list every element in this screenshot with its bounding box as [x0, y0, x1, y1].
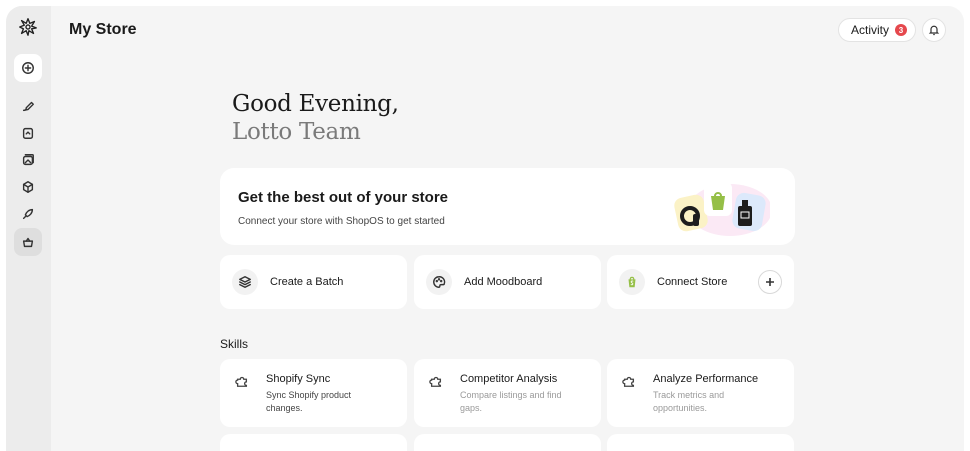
connect-store-button[interactable]: Connect Store	[607, 255, 794, 309]
skill-card-partial[interactable]	[220, 434, 407, 451]
add-store-button[interactable]	[758, 270, 782, 294]
activity-button[interactable]: Activity 3	[838, 18, 917, 42]
plus-circle-icon	[22, 62, 34, 74]
layers-icon	[232, 269, 258, 295]
gallery-icon	[22, 154, 34, 166]
hero-subtitle: Connect your store with ShopOS to get st…	[238, 216, 445, 227]
shopify-icon	[619, 269, 645, 295]
notifications-button[interactable]	[922, 18, 946, 42]
puzzle-icon	[426, 371, 446, 391]
activity-label: Activity	[851, 23, 890, 37]
sidebar-item-rocket[interactable]	[14, 200, 42, 228]
hero-card[interactable]: Get the best out of your store Connect y…	[220, 168, 795, 245]
sidebar-item-box[interactable]	[14, 173, 42, 201]
skill-description: Sync Shopify product changes.	[266, 390, 352, 413]
skill-card-shopify-sync[interactable]: Shopify Sync Sync Shopify product change…	[220, 359, 407, 427]
sidebar-item-brush[interactable]	[14, 92, 42, 120]
skill-title: Competitor Analysis	[460, 373, 558, 385]
brush-icon	[22, 101, 34, 112]
sidebar-item-gallery[interactable]	[14, 146, 42, 174]
create-batch-button[interactable]: Create a Batch	[220, 255, 407, 309]
basket-icon	[22, 237, 34, 248]
rocket-icon	[22, 208, 34, 220]
skill-title: Analyze Performance	[653, 373, 759, 385]
bell-icon	[928, 25, 940, 36]
skill-card-competitor-analysis[interactable]: Competitor Analysis Compare listings and…	[414, 359, 601, 427]
greeting-line: Good Evening,	[232, 91, 399, 117]
box-icon	[22, 181, 34, 193]
skill-card-partial[interactable]	[414, 434, 601, 451]
new-button[interactable]	[14, 54, 42, 82]
create-batch-label: Create a Batch	[270, 276, 344, 288]
greeting-team: Lotto Team	[232, 119, 361, 145]
palette-icon	[426, 269, 452, 295]
clipboard-icon	[22, 127, 34, 139]
skills-heading: Skills	[220, 337, 249, 351]
hero-illustration	[674, 182, 770, 236]
skill-card-partial[interactable]	[607, 434, 794, 451]
skill-description: Track metrics and opportunities.	[653, 390, 725, 413]
greeting: Good Evening, Lotto Team	[232, 90, 399, 146]
hero-title: Get the best out of your store	[238, 189, 449, 206]
app-frame: My Store Activity 3 Good Evening, Lotto …	[6, 6, 964, 451]
add-moodboard-button[interactable]: Add Moodboard	[414, 255, 601, 309]
page-title: My Store	[69, 21, 137, 38]
logo-icon[interactable]	[17, 16, 39, 38]
plus-icon	[766, 278, 774, 286]
connect-store-label: Connect Store	[657, 276, 728, 288]
sidebar-item-clipboard[interactable]	[14, 119, 42, 147]
activity-count-badge: 3	[895, 24, 908, 36]
add-moodboard-label: Add Moodboard	[464, 276, 543, 288]
puzzle-icon	[232, 371, 252, 391]
skill-card-analyze-performance[interactable]: Analyze Performance Track metrics and op…	[607, 359, 794, 427]
sidebar	[6, 6, 51, 451]
skill-description: Compare listings and find gaps.	[460, 390, 562, 413]
puzzle-icon	[619, 371, 639, 391]
sidebar-item-store[interactable]	[14, 228, 42, 256]
skill-title: Shopify Sync	[266, 373, 331, 385]
